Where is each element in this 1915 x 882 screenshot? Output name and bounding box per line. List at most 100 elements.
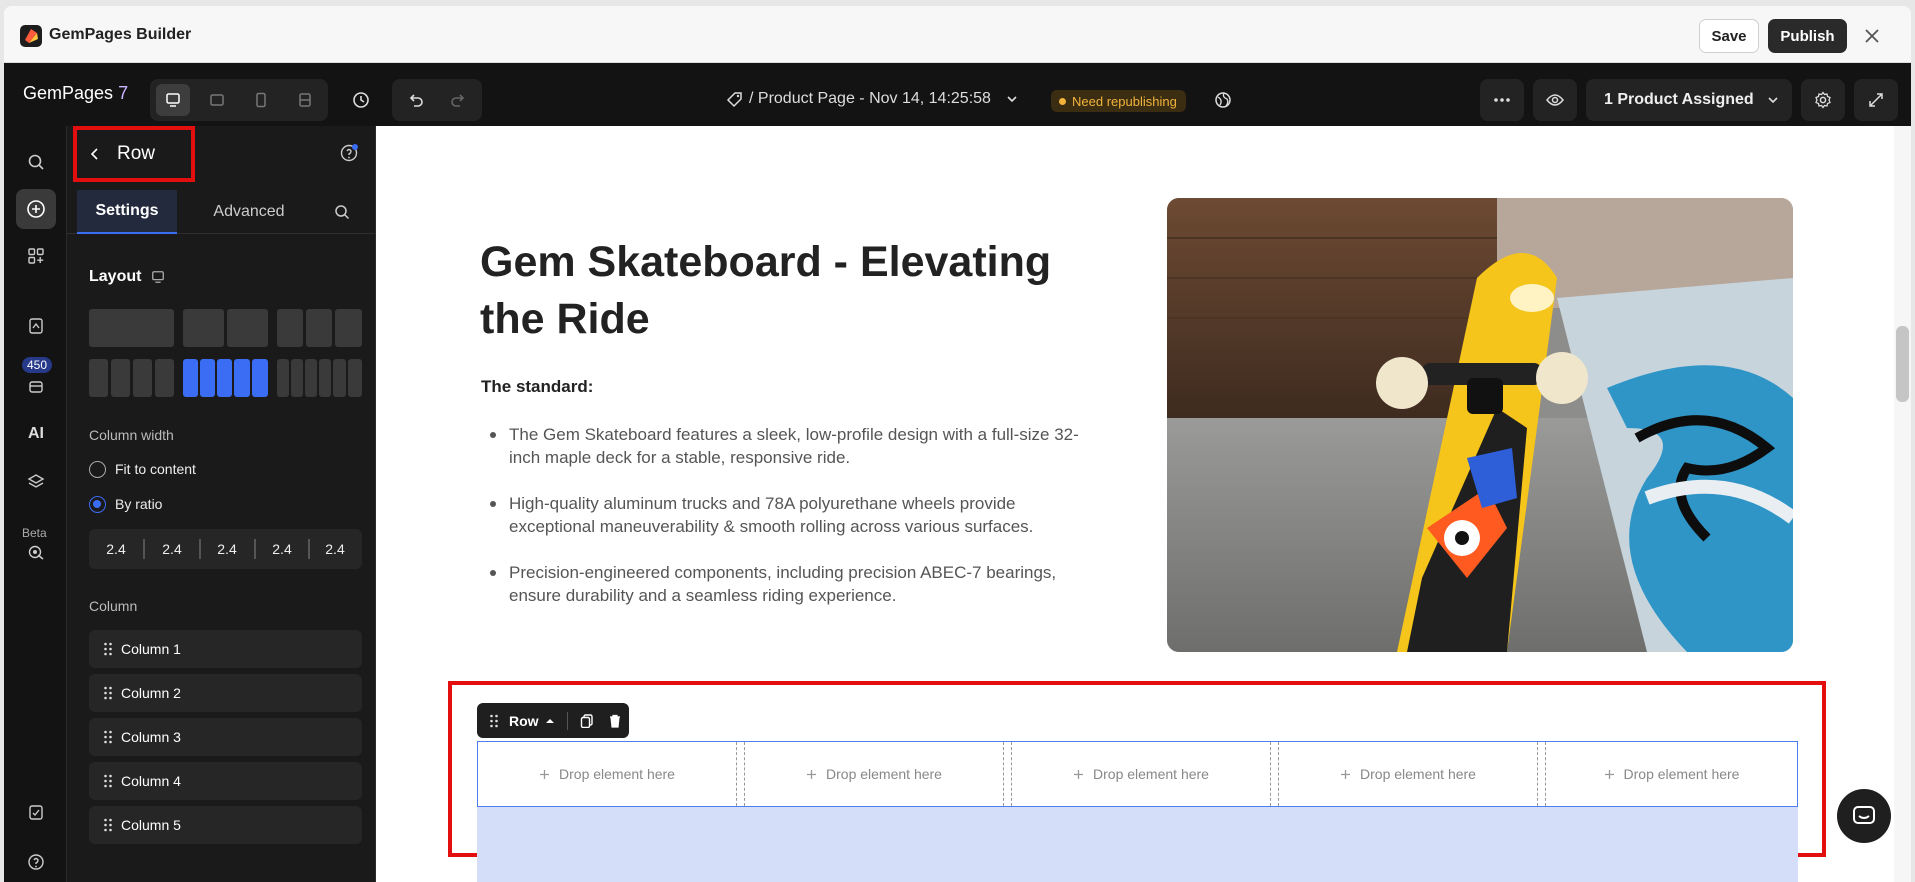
plus-circle-icon[interactable] (16, 189, 56, 229)
column-item-2[interactable]: Column 2 (89, 674, 362, 712)
desktop-icon[interactable] (156, 84, 190, 116)
help-icon[interactable] (339, 143, 359, 163)
ratio-input-3[interactable]: 2.4 (200, 529, 254, 569)
canvas-scrollbar[interactable] (1894, 126, 1911, 882)
ratio-input-5[interactable]: 2.4 (308, 529, 362, 569)
search-icon[interactable] (16, 142, 56, 182)
layout-option-5-col-selected[interactable] (217, 359, 232, 397)
back-to-row-button[interactable]: Row (89, 143, 155, 165)
settings-button[interactable] (1801, 79, 1845, 121)
copy-icon[interactable] (580, 713, 594, 728)
column-gutter[interactable] (1537, 742, 1546, 806)
layout-option-3-col[interactable] (277, 309, 303, 347)
page-selector[interactable]: / Product Page - Nov 14, 14:25:58 (726, 90, 1019, 108)
ratio-input-4[interactable]: 2.4 (255, 529, 309, 569)
layout-option-6-col[interactable] (333, 359, 346, 397)
column-item-4[interactable]: Column 4 (89, 762, 362, 800)
tablet-icon[interactable] (200, 84, 234, 116)
close-icon[interactable] (1862, 26, 1882, 46)
chat-button[interactable] (1837, 789, 1891, 843)
fullscreen-button[interactable] (1854, 79, 1898, 121)
layout-option-5-col-selected[interactable] (234, 359, 250, 397)
grip-icon[interactable] (103, 686, 113, 700)
trash-icon[interactable] (608, 714, 622, 728)
product-image[interactable] (1167, 198, 1793, 652)
ai-icon[interactable]: AI (16, 414, 56, 454)
more-button[interactable] (1480, 79, 1524, 121)
target-icon[interactable] (16, 532, 56, 572)
list-item[interactable]: Precision-engineered components, includi… (481, 561, 1101, 607)
layout-option-6-col[interactable] (291, 359, 303, 397)
grip-icon[interactable] (103, 642, 113, 656)
grip-icon[interactable] (103, 730, 113, 744)
layout-option-2-col[interactable] (227, 309, 268, 347)
undo-icon[interactable] (398, 83, 432, 117)
ratio-input-2[interactable]: 2.4 (145, 529, 199, 569)
grip-icon[interactable] (103, 774, 113, 788)
tab-advanced[interactable]: Advanced (194, 190, 304, 234)
checklist-icon[interactable] (16, 792, 56, 832)
drop-zone[interactable]: Drop element here (1279, 742, 1537, 806)
column-gutter[interactable] (1003, 742, 1012, 806)
layout-option-4-col[interactable] (89, 359, 108, 397)
layout-option-6-col[interactable] (305, 359, 317, 397)
history-icon[interactable] (344, 83, 378, 117)
feature-list: The Gem Skateboard features a sleek, low… (481, 423, 1101, 630)
layout-option-5-col-selected[interactable] (200, 359, 215, 397)
layout-option-6-col[interactable] (319, 359, 331, 397)
column-item-3[interactable]: Column 3 (89, 718, 362, 756)
layout-option-3-col[interactable] (335, 309, 362, 347)
layout-option-4-col[interactable] (133, 359, 152, 397)
row-chip-divider (566, 711, 568, 730)
drop-zone-label: Drop element here (1623, 766, 1740, 782)
search-icon[interactable] (322, 190, 362, 234)
layout-option-6-col[interactable] (348, 359, 362, 397)
column-gutter[interactable] (736, 742, 745, 806)
row-toolbar[interactable]: Row (477, 703, 629, 738)
save-button[interactable]: Save (1699, 19, 1759, 53)
help-icon[interactable] (16, 842, 56, 882)
column-item-1[interactable]: Column 1 (89, 630, 362, 668)
drop-zone[interactable]: Drop element here (745, 742, 1003, 806)
column-item-label: Column 4 (121, 773, 181, 789)
responsive-icon[interactable] (288, 84, 322, 116)
apps-icon[interactable] (16, 236, 56, 276)
by-ratio-option[interactable]: By ratio (89, 495, 289, 515)
column-gutter[interactable] (1270, 742, 1279, 806)
mobile-icon[interactable] (244, 84, 278, 116)
layout-option-3-col[interactable] (306, 309, 332, 347)
drop-zone[interactable]: Drop element here (1546, 742, 1797, 806)
tab-settings[interactable]: Settings (77, 190, 177, 234)
list-item[interactable]: High-quality aluminum trucks and 78A pol… (481, 492, 1101, 538)
layout-option-5-col-selected[interactable] (183, 359, 198, 397)
grip-icon[interactable] (103, 818, 113, 832)
globe-icon[interactable] (1206, 83, 1240, 117)
layout-option-1-col[interactable] (89, 309, 174, 347)
pages-icon[interactable] (16, 306, 56, 346)
drop-zone[interactable]: Drop element here (478, 742, 736, 806)
library-icon[interactable] (16, 366, 56, 406)
layers-icon[interactable] (16, 462, 56, 502)
device-switcher (150, 79, 328, 121)
list-item[interactable]: The Gem Skateboard features a sleek, low… (481, 423, 1101, 469)
fit-to-content-radio[interactable] (89, 461, 106, 478)
preview-button[interactable] (1533, 79, 1577, 121)
column-item-5[interactable]: Column 5 (89, 806, 362, 844)
redo-icon[interactable] (442, 83, 476, 117)
fit-to-content-option[interactable]: Fit to content (89, 460, 289, 480)
layout-option-6-col[interactable] (277, 359, 289, 397)
canvas-scrollbar-thumb[interactable] (1896, 326, 1909, 402)
caret-up-icon[interactable] (545, 717, 555, 725)
layout-option-4-col[interactable] (155, 359, 174, 397)
layout-option-5-col-selected[interactable] (252, 359, 268, 397)
product-subheading[interactable]: The standard: (481, 377, 593, 397)
by-ratio-radio[interactable] (89, 496, 106, 513)
publish-button[interactable]: Publish (1768, 19, 1847, 53)
product-assigned-dropdown[interactable]: 1 Product Assigned (1586, 79, 1792, 121)
ratio-input-1[interactable]: 2.4 (89, 529, 143, 569)
drop-zone[interactable]: Drop element here (1012, 742, 1270, 806)
layout-option-2-col[interactable] (183, 309, 224, 347)
product-heading[interactable]: Gem Skateboard - Elevating the Ride (480, 234, 1100, 348)
grip-icon[interactable] (489, 714, 499, 728)
layout-option-4-col[interactable] (111, 359, 130, 397)
